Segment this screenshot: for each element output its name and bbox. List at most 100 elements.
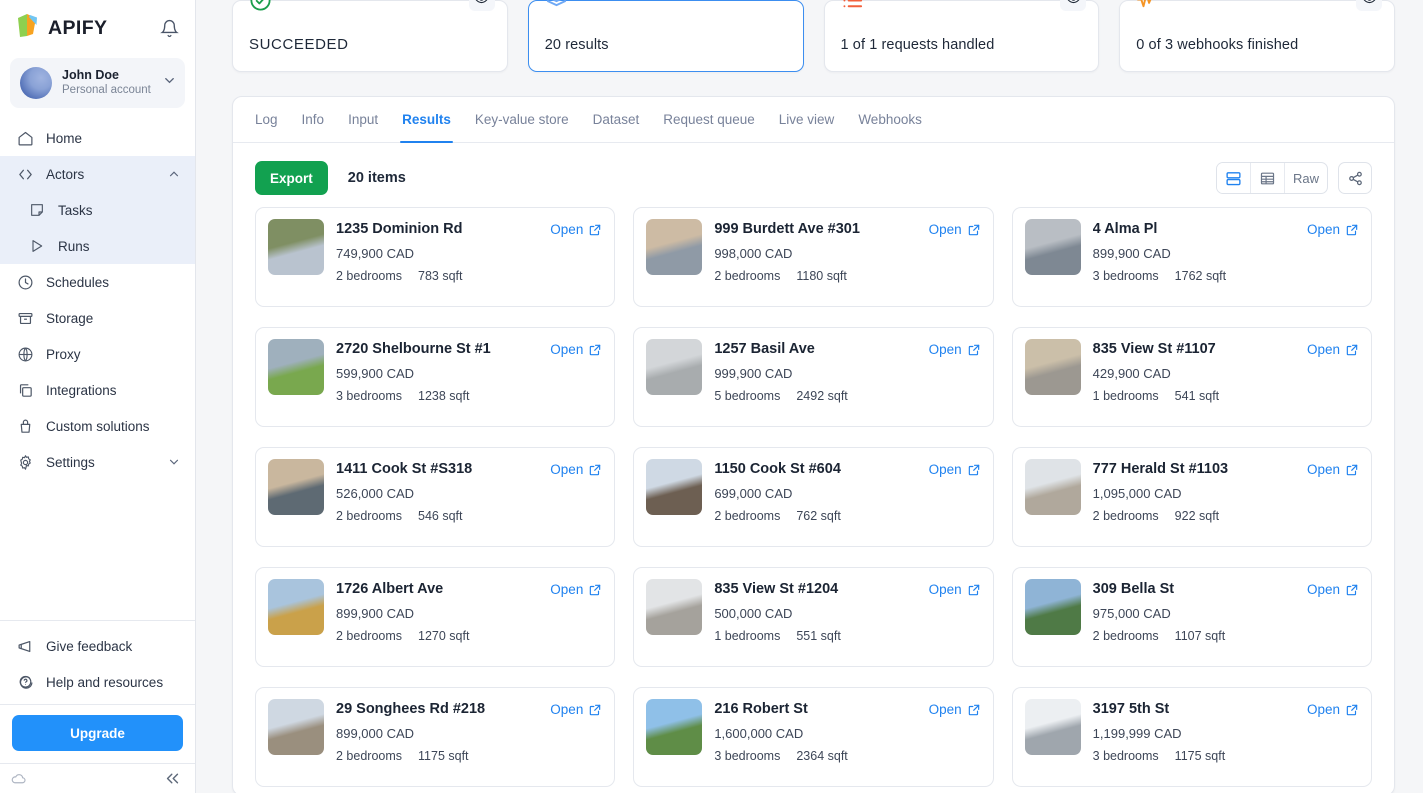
result-card[interactable]: 309 Bella St Open 975,000 CAD 2 bedrooms 110… (1011, 567, 1372, 667)
list-lines-icon (841, 0, 864, 12)
brand[interactable]: APIFY (14, 12, 107, 44)
result-card[interactable]: 1150 Cook St #604 Open 699,000 CAD 2 bedroo… (633, 447, 994, 547)
sidebar-item-tasks[interactable]: Tasks (0, 192, 195, 228)
tab-info[interactable]: Info (290, 97, 337, 142)
tab-input[interactable]: Input (336, 97, 390, 142)
open-link[interactable]: Open (550, 460, 602, 479)
result-card[interactable]: 216 Robert St Open 1,600,000 CAD 3 bedrooms… (633, 687, 994, 787)
open-link[interactable]: Open (1307, 460, 1359, 479)
sidebar-item-schedules[interactable]: Schedules (0, 264, 195, 300)
sidebar-item-integrations[interactable]: Integrations (0, 372, 195, 408)
external-link-icon (967, 463, 981, 477)
chevron-up-icon[interactable] (167, 167, 181, 181)
result-card[interactable]: 999 Burdett Ave #301 Open 998,000 CAD 2 bed… (633, 207, 994, 307)
share-nodes-icon[interactable] (1338, 162, 1372, 194)
result-card[interactable]: 29 Songhees Rd #218 Open 899,000 CAD 2 bedr… (255, 687, 616, 787)
property-bedrooms: 3 bedrooms (1092, 749, 1159, 763)
sidebar-item-home[interactable]: Home (0, 120, 195, 156)
sidebar-group-actors: Actors Tasks Runs (0, 156, 195, 264)
tab-key-value-store[interactable]: Key-value store (463, 97, 581, 142)
open-link[interactable]: Open (929, 460, 981, 479)
sidebar-item-custom-solutions[interactable]: Custom solutions (0, 408, 195, 444)
open-link[interactable]: Open (1307, 340, 1359, 359)
open-link-label: Open (928, 222, 962, 237)
open-link[interactable]: Open (1307, 220, 1359, 239)
result-card[interactable]: 835 View St #1204 Open 500,000 CAD 1 bedroo… (633, 567, 994, 667)
open-link[interactable]: Open (929, 700, 981, 719)
open-link[interactable]: Open (550, 220, 602, 239)
status-card-requests[interactable]: 1 of 1 requests handled (823, 0, 1100, 72)
result-card[interactable]: 1235 Dominion Rd Open 749,900 CAD 2 bedroom… (255, 207, 616, 307)
result-card[interactable]: 3197 5th St Open 1,199,999 CAD 3 bedrooms 11… (1011, 687, 1372, 787)
tab-webhooks[interactable]: Webhooks (846, 97, 934, 142)
export-button[interactable]: Export (255, 161, 328, 195)
property-price: 500,000 CAD (714, 606, 793, 621)
result-card[interactable]: 1257 Basil Ave Open 999,900 CAD 5 bedrooms 2… (633, 327, 994, 427)
megaphone-icon (16, 637, 34, 655)
bag-icon (16, 417, 34, 435)
sidebar-item-runs[interactable]: Runs (0, 228, 195, 264)
sidebar-item-actors[interactable]: Actors (0, 156, 195, 192)
cloud-icon[interactable] (10, 770, 27, 787)
open-link[interactable]: Open (1307, 700, 1359, 719)
table-view-icon[interactable] (1251, 163, 1285, 193)
property-header-row: 3197 5th St Open (1093, 700, 1359, 719)
card-view-icon[interactable] (1216, 163, 1251, 193)
sidebar-item-proxy[interactable]: Proxy (0, 336, 195, 372)
result-card[interactable]: 4 Alma Pl Open 899,900 CAD 3 bedrooms 1762 s… (1011, 207, 1372, 307)
result-card[interactable]: 2720 Shelbourne St #1 Open 599,900 CAD 3 be… (255, 327, 616, 427)
property-bedrooms: 5 bedrooms (714, 389, 781, 403)
status-cards-row: SUCCEEDED 20 results 1 of 1 requests han… (232, 0, 1395, 72)
open-link[interactable]: Open (1307, 580, 1359, 599)
sidebar-item-help-and-resources[interactable]: Help and resources (0, 664, 195, 700)
open-link[interactable]: Open (550, 700, 602, 719)
tab-results[interactable]: Results (390, 97, 463, 143)
status-card-run-status[interactable]: SUCCEEDED (232, 0, 508, 72)
open-link[interactable]: Open (550, 580, 602, 599)
open-link[interactable]: Open (929, 580, 981, 599)
result-card[interactable]: 1726 Albert Ave Open 899,900 CAD 2 bedrooms… (255, 567, 616, 667)
raw-view-button[interactable]: Raw (1285, 163, 1327, 193)
sidebar-item-storage[interactable]: Storage (0, 300, 195, 336)
property-body: 2720 Shelbourne St #1 Open 599,900 CAD 3 be… (336, 339, 602, 405)
external-link-icon (1345, 463, 1359, 477)
sidebar-status-bar (0, 763, 195, 793)
check-circle-icon (249, 0, 272, 12)
tab-request-queue[interactable]: Request queue (651, 97, 767, 142)
chevrons-left-icon[interactable] (164, 770, 181, 787)
open-link[interactable]: Open (929, 220, 981, 239)
open-link[interactable]: Open (929, 340, 981, 359)
open-link[interactable]: Open (550, 340, 602, 359)
property-thumbnail (646, 459, 703, 515)
brand-label: APIFY (48, 16, 108, 39)
result-card[interactable]: 777 Herald St #1103 Open 1,095,000 CAD 2 be… (1011, 447, 1372, 547)
status-card-results[interactable]: 20 results (527, 0, 804, 72)
result-card[interactable]: 835 View St #1107 Open 429,900 CAD 1 bedroo… (1011, 327, 1372, 427)
external-link-icon (588, 583, 602, 597)
eye-icon[interactable] (1356, 0, 1382, 11)
account-switcher[interactable]: John Doe Personal account (10, 58, 185, 108)
property-bedrooms: 1 bedrooms (1092, 389, 1159, 403)
property-meta: 3 bedrooms 1762 sqft (1093, 268, 1359, 285)
status-card-webhooks[interactable]: 0 of 3 webhooks finished (1119, 0, 1395, 72)
eye-icon[interactable] (1060, 0, 1087, 11)
tab-live-view[interactable]: Live view (767, 97, 847, 142)
property-thumbnail (646, 579, 703, 635)
property-body: 216 Robert St Open 1,600,000 CAD 3 bedrooms… (714, 699, 980, 765)
property-header-row: 835 View St #1204 Open (714, 580, 980, 599)
notification-bell-icon[interactable] (160, 19, 179, 38)
property-price: 899,000 CAD (336, 726, 415, 741)
sidebar-item-settings[interactable]: Settings (0, 444, 195, 480)
property-title: 3197 5th St (1092, 701, 1170, 717)
tab-dataset[interactable]: Dataset (581, 97, 652, 142)
result-card[interactable]: 1411 Cook St #S318 Open 526,000 CAD 2 bedro… (255, 447, 616, 547)
property-thumbnail (1024, 579, 1081, 635)
external-link-icon (1345, 343, 1359, 357)
sidebar-item-give-feedback[interactable]: Give feedback (0, 628, 195, 664)
eye-icon[interactable] (468, 0, 495, 11)
upgrade-button[interactable]: Upgrade (12, 715, 183, 751)
tab-log[interactable]: Log (243, 97, 290, 142)
property-bedrooms: 3 bedrooms (1092, 269, 1159, 283)
chevron-down-icon[interactable] (167, 455, 181, 469)
external-link-icon (967, 223, 981, 237)
